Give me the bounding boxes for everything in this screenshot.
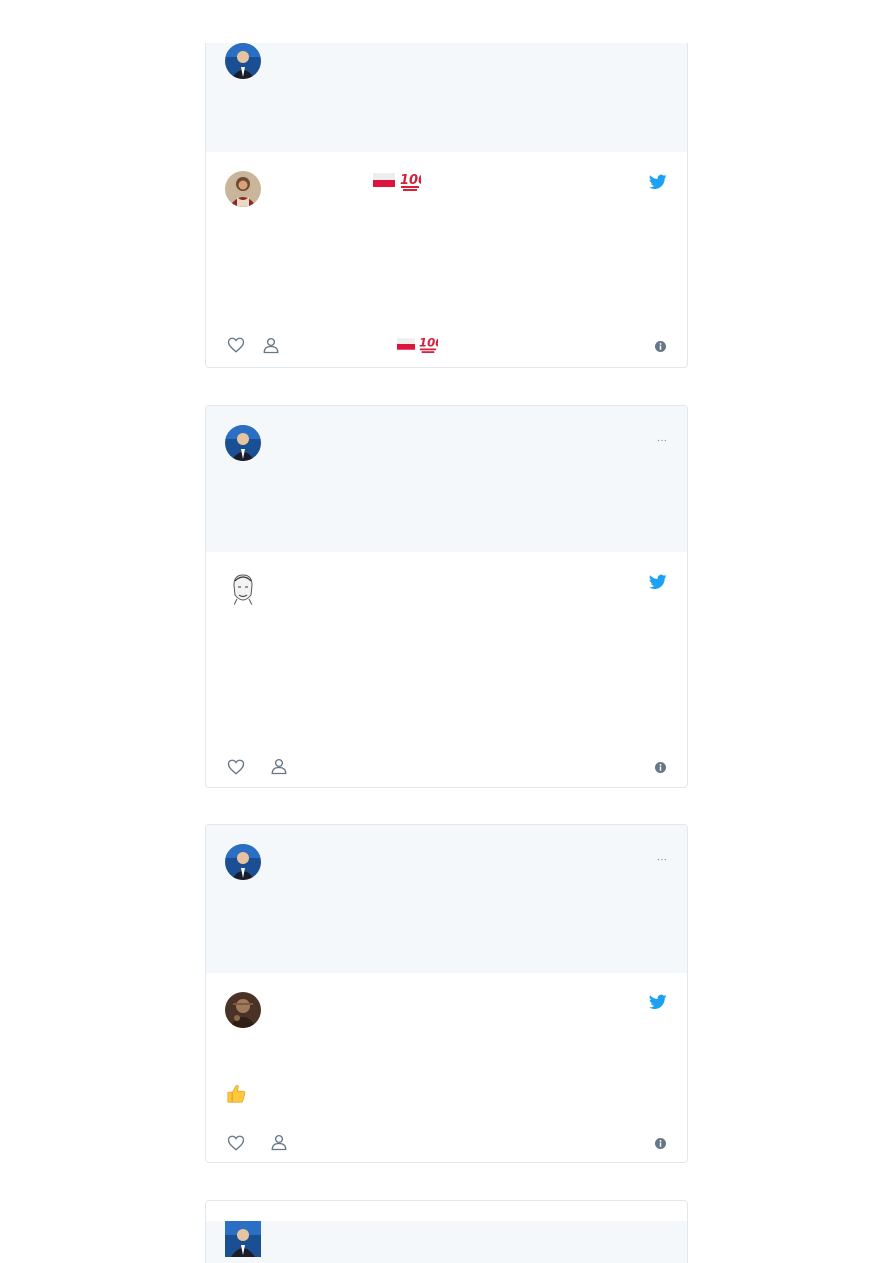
poland-flag-emoji <box>397 338 415 350</box>
reply-section: ··· <box>206 825 687 973</box>
twitter-bird-icon[interactable] <box>649 994 667 1010</box>
more-options-button[interactable]: ··· <box>657 436 667 446</box>
embedded-tweet-card-3: ··· <box>205 824 688 1163</box>
info-icon[interactable] <box>655 762 666 773</box>
svg-text:100: 100 <box>400 173 421 188</box>
hundred-points-emoji: 100 <box>419 336 438 353</box>
reply-author-avatar[interactable] <box>225 43 261 79</box>
reply-author-avatar[interactable] <box>225 1221 261 1257</box>
reply-section <box>206 43 687 152</box>
thumbs-up-emoji <box>227 1085 246 1103</box>
hundred-points-emoji: 100 <box>400 173 421 191</box>
poland-flag-emoji <box>373 173 395 187</box>
heart-icon[interactable] <box>227 336 245 354</box>
info-icon[interactable] <box>655 1138 666 1149</box>
twitter-bird-icon[interactable] <box>649 174 667 190</box>
heart-icon[interactable] <box>227 1134 245 1152</box>
embedded-tweet-card-1: 100 100 <box>205 43 688 368</box>
person-icon[interactable] <box>262 336 280 354</box>
tweet-author-avatar[interactable] <box>225 571 261 607</box>
tweet-author-avatar[interactable] <box>225 171 261 207</box>
tweet-author-avatar[interactable] <box>225 992 261 1028</box>
reply-section: ··· <box>206 406 687 552</box>
person-icon[interactable] <box>270 1133 288 1151</box>
reply-section <box>206 1221 687 1263</box>
info-icon[interactable] <box>655 341 666 352</box>
more-options-button[interactable]: ··· <box>657 855 667 865</box>
embedded-tweet-card-2: ··· <box>205 405 688 788</box>
svg-text:100: 100 <box>419 336 438 350</box>
reply-author-avatar[interactable] <box>225 844 261 880</box>
reply-author-avatar[interactable] <box>225 425 261 461</box>
person-icon[interactable] <box>270 757 288 775</box>
twitter-bird-icon[interactable] <box>649 574 667 590</box>
embedded-tweet-card-4 <box>205 1200 688 1263</box>
heart-icon[interactable] <box>227 758 245 776</box>
